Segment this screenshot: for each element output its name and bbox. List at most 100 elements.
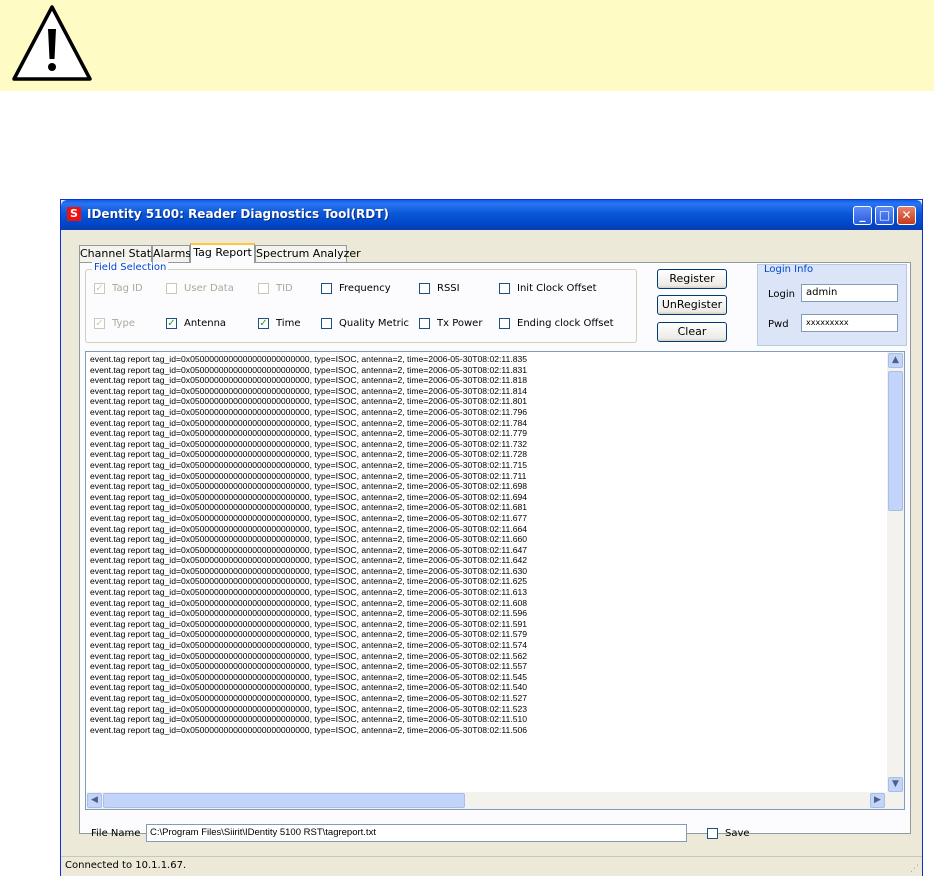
file-name-input[interactable]: C:\Program Files\Siirit\IDentity 5100 RS… [146, 824, 687, 842]
log-lines: event.tag report tag_id=0x05000000000000… [90, 354, 885, 790]
checkbox-init-clock-offset-label: Init Clock Offset [517, 283, 597, 294]
checkbox-antenna-label: Antenna [184, 318, 227, 329]
password-label: Pwd [768, 319, 789, 330]
log-line: event.tag report tag_id=0x05000000000000… [90, 534, 528, 545]
log-line: event.tag report tag_id=0x05000000000000… [90, 459, 528, 470]
checkbox-tag-id-label: Tag ID [112, 283, 143, 294]
file-name-label: File Name [91, 828, 141, 839]
scroll-down-icon[interactable]: ▼ [888, 777, 903, 792]
password-input[interactable]: xxxxxxxxx [801, 314, 898, 332]
log-line: event.tag report tag_id=0x05000000000000… [90, 682, 528, 693]
title-bar[interactable]: S IDentity 5100: Reader Diagnostics Tool… [61, 200, 922, 230]
log-line: event.tag report tag_id=0x05000000000000… [90, 576, 528, 587]
checkbox-rssi-label: RSSI [437, 283, 460, 294]
tag-report-log[interactable]: event.tag report tag_id=0x05000000000000… [85, 351, 905, 810]
log-line: event.tag report tag_id=0x05000000000000… [90, 523, 528, 534]
login-input[interactable]: admin [801, 284, 898, 302]
window-title: IDentity 5100: Reader Diagnostics Tool(R… [87, 207, 389, 221]
log-line: event.tag report tag_id=0x05000000000000… [90, 438, 528, 449]
log-line: event.tag report tag_id=0x05000000000000… [90, 608, 528, 619]
log-line: event.tag report tag_id=0x05000000000000… [90, 650, 528, 661]
log-line: event.tag report tag_id=0x05000000000000… [90, 640, 528, 651]
log-line: event.tag report tag_id=0x05000000000000… [90, 618, 528, 629]
checkbox-rssi-box[interactable] [419, 283, 430, 294]
scroll-right-icon[interactable]: ▶ [870, 793, 885, 808]
tab-spectrum-analyzer[interactable]: Spectrum Analyzer [255, 245, 361, 262]
log-line: event.tag report tag_id=0x05000000000000… [90, 428, 528, 439]
scroll-up-icon[interactable]: ▲ [888, 353, 903, 368]
checkbox-ending-clock-offset-box[interactable] [499, 318, 510, 329]
log-line: event.tag report tag_id=0x05000000000000… [90, 661, 528, 672]
log-line: event.tag report tag_id=0x05000000000000… [90, 375, 528, 386]
tab-channel-stats[interactable]: Channel Stats [79, 245, 157, 262]
vertical-scrollbar[interactable]: ▲ ▼ [887, 352, 904, 793]
tab-alarms[interactable]: Alarms [152, 245, 191, 262]
log-line: event.tag report tag_id=0x05000000000000… [90, 354, 528, 364]
checkbox-tx-power-label: Tx Power [437, 318, 483, 329]
login-info-legend: Login Info [764, 264, 814, 275]
checkbox-frequency-box[interactable] [321, 283, 332, 294]
warning-icon [12, 5, 92, 81]
log-line: event.tag report tag_id=0x05000000000000… [90, 512, 528, 523]
checkbox-ending-clock-offset-label: Ending clock Offset [517, 318, 614, 329]
log-line: event.tag report tag_id=0x05000000000000… [90, 703, 528, 714]
log-line: event.tag report tag_id=0x05000000000000… [90, 449, 528, 460]
log-line: event.tag report tag_id=0x05000000000000… [90, 502, 528, 513]
log-line: event.tag report tag_id=0x05000000000000… [90, 470, 527, 481]
warning-banner [0, 0, 934, 91]
scroll-left-icon[interactable]: ◀ [87, 793, 102, 808]
log-line: event.tag report tag_id=0x05000000000000… [90, 491, 528, 502]
register-button[interactable]: Register [657, 269, 727, 289]
minimize-button[interactable]: _ [853, 206, 872, 225]
log-line: event.tag report tag_id=0x05000000000000… [90, 587, 528, 598]
app-window: S IDentity 5100: Reader Diagnostics Tool… [60, 199, 923, 876]
log-line: event.tag report tag_id=0x05000000000000… [90, 396, 528, 407]
checkbox-quality-metric-label: Quality Metric [339, 318, 409, 329]
status-bar: Connected to 10.1.1.67. ⋰ [61, 856, 922, 876]
horizontal-scroll-thumb[interactable] [103, 793, 465, 808]
save-label: Save [725, 828, 750, 839]
checkbox-antenna-box[interactable]: ✓ [166, 318, 177, 329]
checkbox-tid-label: TID [276, 283, 293, 294]
horizontal-scrollbar[interactable]: ◀ ▶ [86, 792, 904, 809]
checkbox-time-box[interactable]: ✓ [258, 318, 269, 329]
log-line: event.tag report tag_id=0x05000000000000… [90, 544, 528, 555]
log-line: event.tag report tag_id=0x05000000000000… [90, 629, 528, 640]
save-checkbox-box[interactable] [707, 828, 718, 839]
checkbox-quality-metric-box[interactable] [321, 318, 332, 329]
login-label: Login [768, 289, 795, 300]
checkbox-type-box: ✓ [94, 318, 105, 329]
checkbox-frequency-label: Frequency [339, 283, 391, 294]
log-line: event.tag report tag_id=0x05000000000000… [90, 555, 528, 566]
log-line: event.tag report tag_id=0x05000000000000… [90, 385, 528, 396]
checkbox-tid-box [258, 283, 269, 294]
log-line: event.tag report tag_id=0x05000000000000… [90, 714, 528, 725]
checkbox-tx-power-box[interactable] [419, 318, 430, 329]
checkbox-init-clock-offset-box[interactable] [499, 283, 510, 294]
login-info-group: Login Info Login admin Pwd xxxxxxxxx [757, 264, 907, 346]
close-button[interactable]: ✕ [897, 206, 916, 225]
log-line: event.tag report tag_id=0x05000000000000… [90, 597, 528, 608]
log-line: event.tag report tag_id=0x05000000000000… [90, 417, 528, 428]
checkbox-time-label: Time [276, 318, 301, 329]
log-line: event.tag report tag_id=0x05000000000000… [90, 364, 528, 375]
checkbox-user-data-box [166, 283, 177, 294]
log-line: event.tag report tag_id=0x05000000000000… [90, 406, 528, 417]
clear-button[interactable]: Clear [657, 322, 727, 342]
field-selection-legend: Field Selection [92, 262, 169, 273]
log-line: event.tag report tag_id=0x05000000000000… [90, 724, 528, 735]
log-line: event.tag report tag_id=0x05000000000000… [90, 671, 528, 682]
tab-tag-report[interactable]: Tag Report [190, 243, 255, 263]
field-selection-group: Field Selection ✓ Tag ID User Data TID Frequ… [85, 262, 637, 343]
checkbox-tag-id-box: ✓ [94, 283, 105, 294]
checkbox-user-data-label: User Data [184, 283, 234, 294]
vertical-scroll-thumb[interactable] [888, 371, 903, 511]
resize-grip-icon[interactable]: ⋰ [910, 864, 919, 874]
maximize-button[interactable]: □ [875, 206, 894, 225]
log-line: event.tag report tag_id=0x05000000000000… [90, 481, 528, 492]
checkbox-type-label: Type [112, 318, 135, 329]
unregister-button[interactable]: UnRegister [657, 295, 727, 315]
log-line: event.tag report tag_id=0x05000000000000… [90, 693, 528, 703]
log-line: event.tag report tag_id=0x05000000000000… [90, 565, 528, 576]
status-text: Connected to 10.1.1.67. [65, 860, 187, 871]
